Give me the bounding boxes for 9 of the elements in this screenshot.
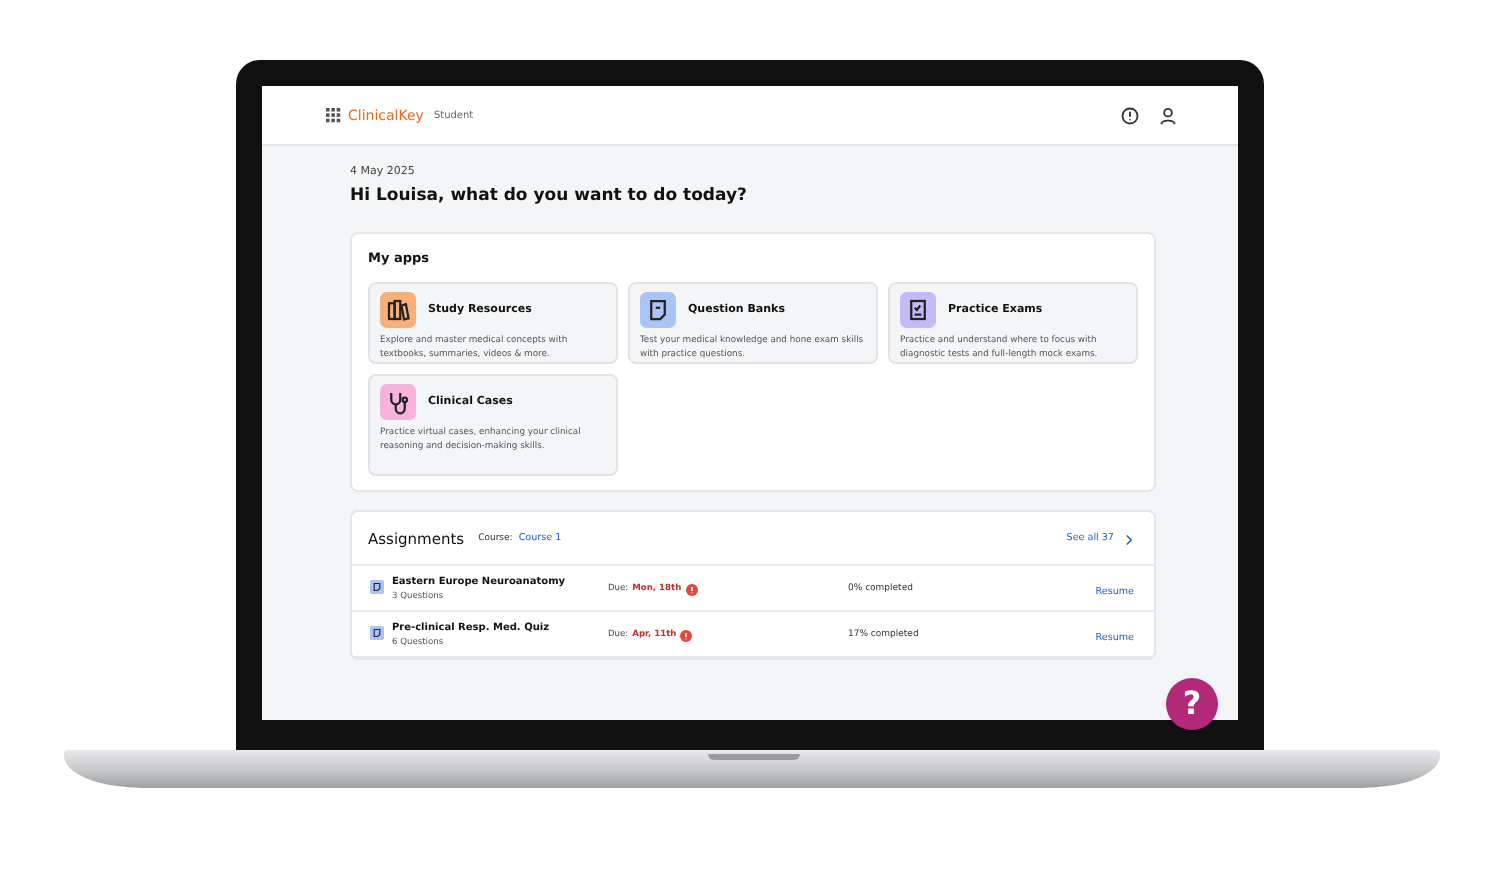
user-icon[interactable] <box>1158 105 1178 125</box>
quiz-icon <box>370 626 384 640</box>
quiz-icon <box>370 580 384 594</box>
warning-icon <box>685 583 698 595</box>
chevron-right-icon <box>1124 533 1134 545</box>
laptop-notch <box>708 754 800 760</box>
warning-icon <box>680 629 693 641</box>
greeting-heading: Hi Louisa, what do you want to do today? <box>350 186 749 206</box>
apps-grid-icon[interactable] <box>326 107 342 123</box>
